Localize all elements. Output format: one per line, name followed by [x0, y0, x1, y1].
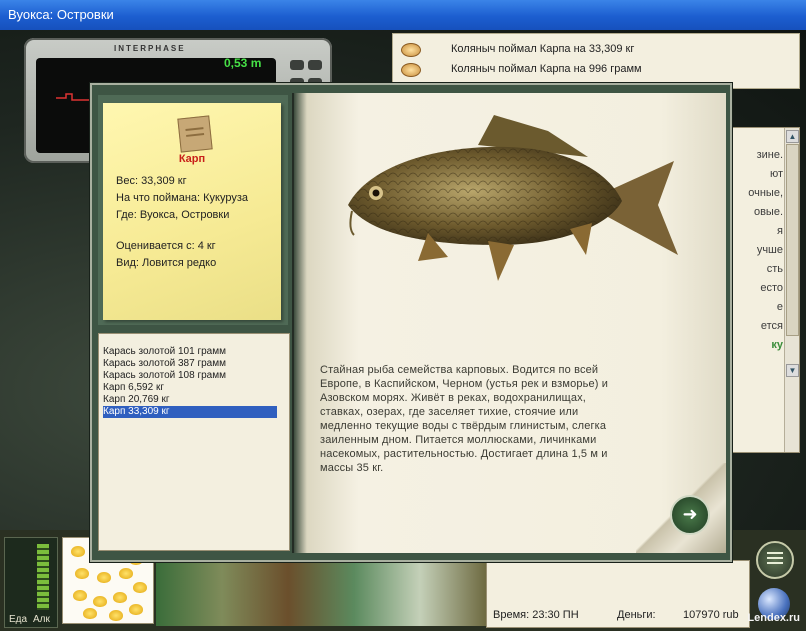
- catch-list[interactable]: Карась золотой 101 грамм Карась золотой …: [98, 333, 290, 551]
- watermark: Lendex.ru: [747, 612, 800, 624]
- side-info-panel: зине. ют очные, овые. я учше сть есто е …: [726, 127, 800, 453]
- menu-icon: [767, 552, 783, 566]
- money-value: 107970 rub: [683, 609, 739, 621]
- list-item[interactable]: Карась золотой 108 грамм: [103, 370, 277, 382]
- sonar-brand: INTERPHASE: [114, 44, 186, 53]
- catch-log: Коляныч поймал Карпа на 33,309 кг Коляны…: [392, 33, 800, 89]
- fish-name: Карп: [178, 153, 206, 165]
- inventory-strip[interactable]: [156, 560, 486, 626]
- fish-info-modal: Карп Вес: 33,309 кг На что поймана: Куку…: [90, 83, 732, 562]
- sonar-depth-readout: 0,53 m: [224, 56, 262, 70]
- window-title-bar: Вуокса: Островки: [0, 0, 806, 30]
- food-level-bar: [37, 544, 49, 610]
- fish-icon: [401, 43, 421, 57]
- fish-type: Вид: Ловится редко: [116, 257, 217, 269]
- fish-description: Стайная рыба семейства карповых. Водится…: [320, 364, 609, 474]
- side-scrollbar[interactable]: ▲ ▼: [784, 128, 799, 452]
- sonar-button[interactable]: [308, 60, 322, 70]
- fish-weight: Вес: 33,309 кг: [116, 175, 187, 187]
- fish-info-left-column: Карп Вес: 33,309 кг На что поймана: Куку…: [98, 95, 290, 551]
- list-item[interactable]: Карась золотой 387 грамм: [103, 358, 277, 370]
- window-title: Вуокса: Островки: [8, 7, 114, 22]
- scroll-thumb[interactable]: [786, 144, 799, 336]
- fish-card-note: Карп Вес: 33,309 кг На что поймана: Куку…: [103, 103, 281, 320]
- pin-icon: [177, 115, 213, 153]
- food-label: Еда: [9, 614, 28, 625]
- fish-place: Где: Вуокса, Островки: [116, 209, 230, 221]
- time-display: Время: 23:30 ПН: [493, 609, 579, 621]
- scroll-down-icon[interactable]: ▼: [786, 364, 799, 377]
- menu-button[interactable]: [756, 541, 794, 579]
- carp-illustration: [348, 115, 678, 281]
- money-label: Деньги:: [617, 609, 656, 621]
- list-item[interactable]: Карп 20,769 кг: [103, 394, 277, 406]
- log-entry: Коляныч поймал Карпа на 33,309 кг: [393, 38, 799, 60]
- next-arrow-icon[interactable]: ➜: [670, 495, 710, 535]
- scroll-up-icon[interactable]: ▲: [786, 130, 799, 143]
- fish-icon: [401, 63, 421, 77]
- alcohol-label: Алк: [33, 614, 50, 625]
- list-item-selected[interactable]: Карп 33,309 кг: [103, 406, 277, 418]
- fish-description-page: Стайная рыба семейства карповых. Водится…: [292, 93, 726, 553]
- list-item[interactable]: Карп 6,592 кг: [103, 382, 277, 394]
- status-box: Время: 23:30 ПН Деньги: 107970 rub: [486, 560, 750, 628]
- food-alcohol-gauge: Еда Алк: [4, 537, 58, 628]
- fish-bait: На что поймана: Кукуруза: [116, 192, 249, 204]
- note-frame: Карп Вес: 33,309 кг На что поймана: Куку…: [98, 95, 288, 325]
- sonar-button[interactable]: [290, 60, 304, 70]
- fish-value: Оценивается с: 4 кг: [116, 240, 216, 252]
- log-entry: Коляныч поймал Карпа на 996 грамм: [393, 58, 799, 80]
- list-item[interactable]: Карась золотой 101 грамм: [103, 346, 277, 358]
